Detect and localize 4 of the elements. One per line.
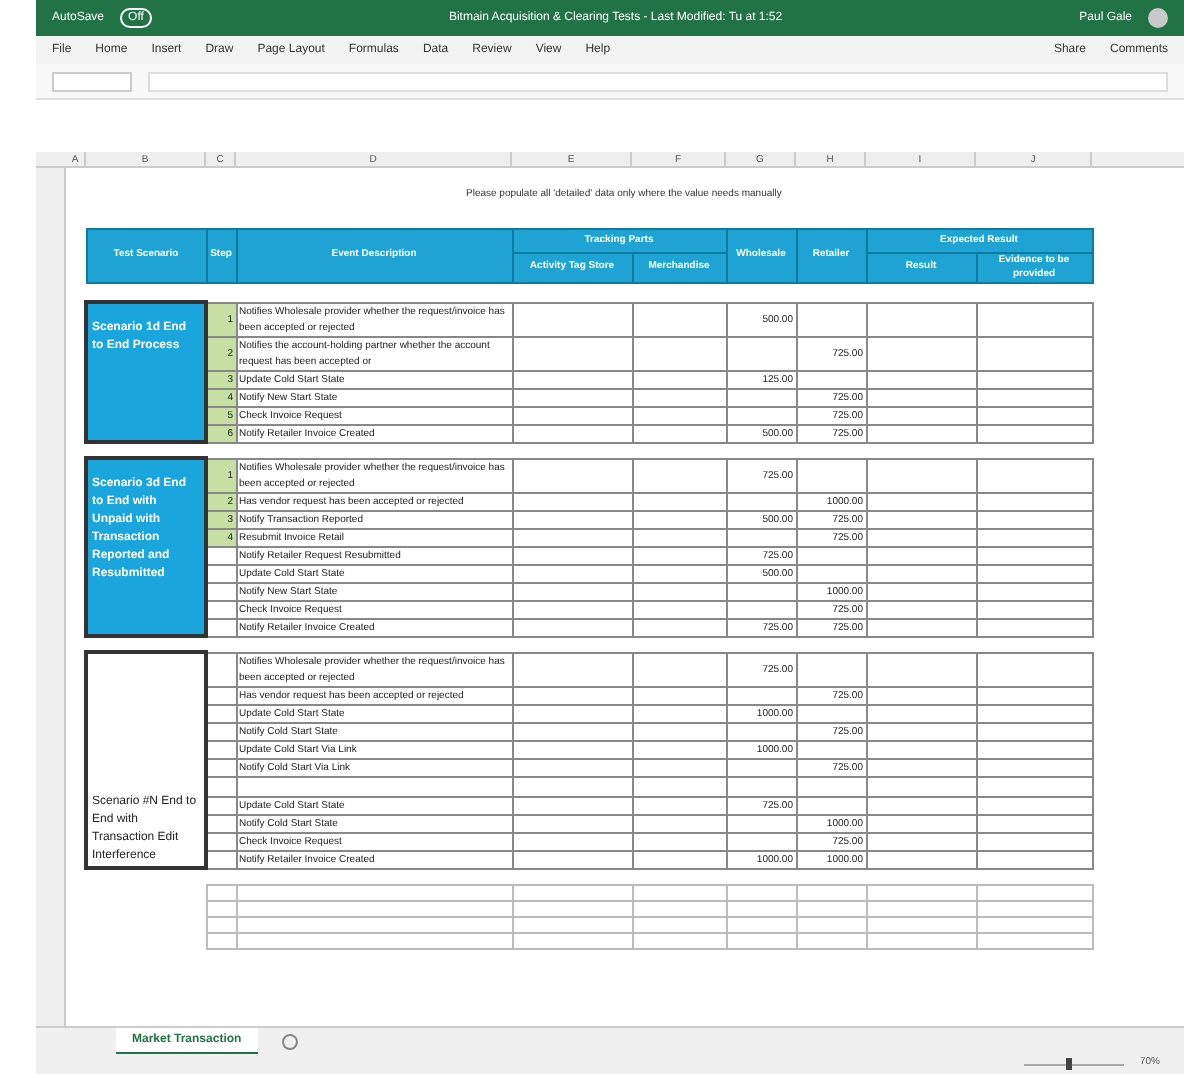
- zoom-slider-thumb[interactable]: [1065, 1058, 1072, 1070]
- add-sheet-icon[interactable]: [281, 1033, 298, 1049]
- name-box[interactable]: [52, 71, 132, 91]
- avatar-icon: [1148, 8, 1168, 28]
